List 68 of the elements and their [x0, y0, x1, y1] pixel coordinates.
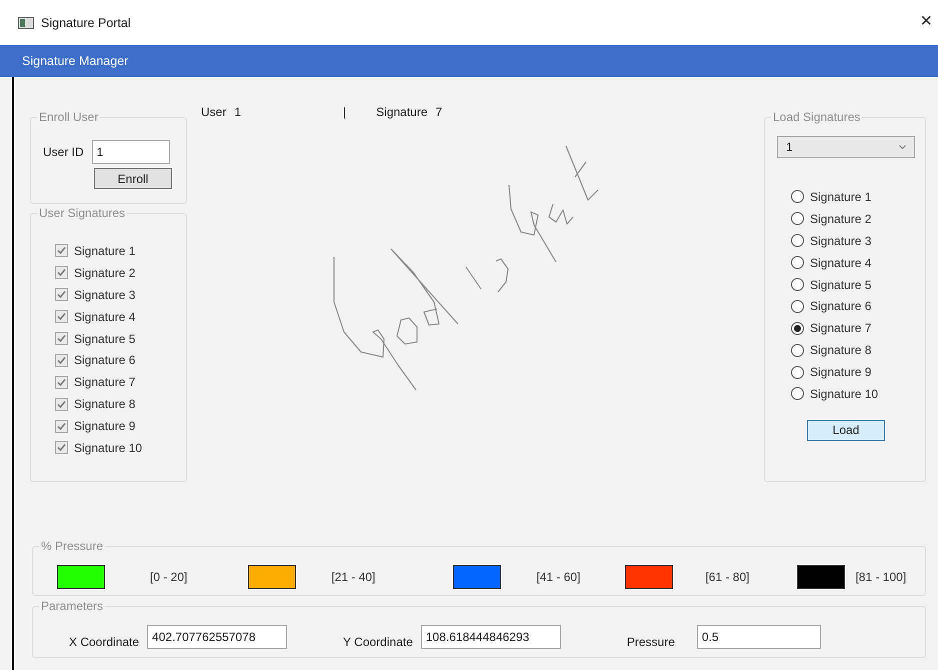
- group-legend: Load Signatures: [771, 110, 862, 125]
- checkbox[interactable]: [55, 310, 68, 324]
- checkbox-label: Signature 7: [74, 375, 136, 390]
- pressure-range-label: [41 - 60]: [536, 570, 580, 584]
- value-field[interactable]: 0.5: [696, 625, 821, 649]
- value-field[interactable]: 402.707762557078: [147, 625, 288, 649]
- signature-label: Signature: [376, 105, 428, 119]
- checkbox[interactable]: [55, 376, 68, 389]
- checkbox[interactable]: [55, 288, 68, 302]
- radio-label: Signature 8: [810, 343, 872, 358]
- load-button[interactable]: Load: [807, 420, 885, 441]
- radio-label: Signature 2: [810, 212, 872, 226]
- checkbox[interactable]: [55, 244, 68, 258]
- radio-button[interactable]: [791, 212, 804, 226]
- radio-button[interactable]: [791, 234, 804, 248]
- separator: |: [343, 105, 346, 119]
- checkbox-label: Signature 9: [74, 419, 136, 434]
- checkbox-label: Signature 1: [74, 244, 136, 258]
- pressure-range-label: [0 - 20]: [150, 570, 188, 584]
- checkbox-label: Signature 5: [74, 332, 136, 346]
- radio-label: Signature 3: [810, 234, 872, 248]
- field-label: Y Coordinate: [343, 635, 413, 649]
- user-label: User: [201, 105, 226, 119]
- radio-button[interactable]: [791, 256, 804, 270]
- radio-button[interactable]: [791, 322, 804, 335]
- radio-label: Signature 4: [810, 256, 872, 270]
- radio-button[interactable]: [791, 278, 804, 291]
- radio-label: Signature 1: [810, 190, 872, 204]
- chevron-down-icon: [899, 145, 906, 149]
- pressure-range-label: [21 - 40]: [331, 570, 376, 584]
- value-field[interactable]: 108.618444846293: [420, 625, 561, 649]
- radio-button[interactable]: [791, 344, 804, 357]
- checkbox[interactable]: [55, 398, 68, 411]
- field-label: Pressure: [626, 635, 675, 649]
- checkbox-label: Signature 8: [74, 397, 136, 412]
- user-id-field[interactable]: 1: [92, 140, 170, 164]
- checkbox[interactable]: [55, 354, 68, 367]
- radio-button[interactable]: [791, 366, 804, 379]
- close-button[interactable]: ×: [914, 10, 938, 35]
- radio-button[interactable]: [791, 190, 804, 204]
- checkbox[interactable]: [55, 441, 68, 454]
- checkbox-label: Signature 6: [74, 353, 136, 368]
- checkbox[interactable]: [55, 332, 68, 345]
- group-legend: User Signatures: [37, 206, 128, 221]
- radio-button[interactable]: [791, 387, 804, 400]
- radio-label: Signature 6: [810, 299, 872, 314]
- checkbox[interactable]: [55, 420, 68, 433]
- field-label: X Coordinate: [69, 635, 140, 649]
- enroll-button[interactable]: Enroll: [94, 168, 172, 189]
- radio-label: Signature 5: [810, 278, 872, 292]
- pressure-range-label: [61 - 80]: [705, 570, 750, 584]
- checkbox-label: Signature 3: [74, 288, 136, 302]
- signature-dropdown[interactable]: 1: [777, 136, 915, 158]
- checkbox[interactable]: [55, 266, 68, 280]
- signature-value: 7: [436, 105, 442, 119]
- radio-label: Signature 7: [810, 321, 872, 336]
- radio-label: Signature 9: [810, 365, 872, 380]
- radio-label: Signature 10: [810, 386, 878, 401]
- app-icon: [18, 16, 34, 28]
- checkbox-label: Signature 4: [74, 310, 136, 324]
- pressure-range-label: [81 - 100]: [855, 570, 906, 584]
- window-title: Signature Portal: [41, 16, 131, 30]
- header-title: Signature Manager: [22, 54, 128, 68]
- user-value: 1: [234, 105, 242, 119]
- checkbox-label: Signature 10: [74, 440, 142, 455]
- user-id-label: User ID: [43, 145, 84, 159]
- radio-button[interactable]: [791, 300, 804, 313]
- checkbox-label: Signature 2: [74, 266, 136, 280]
